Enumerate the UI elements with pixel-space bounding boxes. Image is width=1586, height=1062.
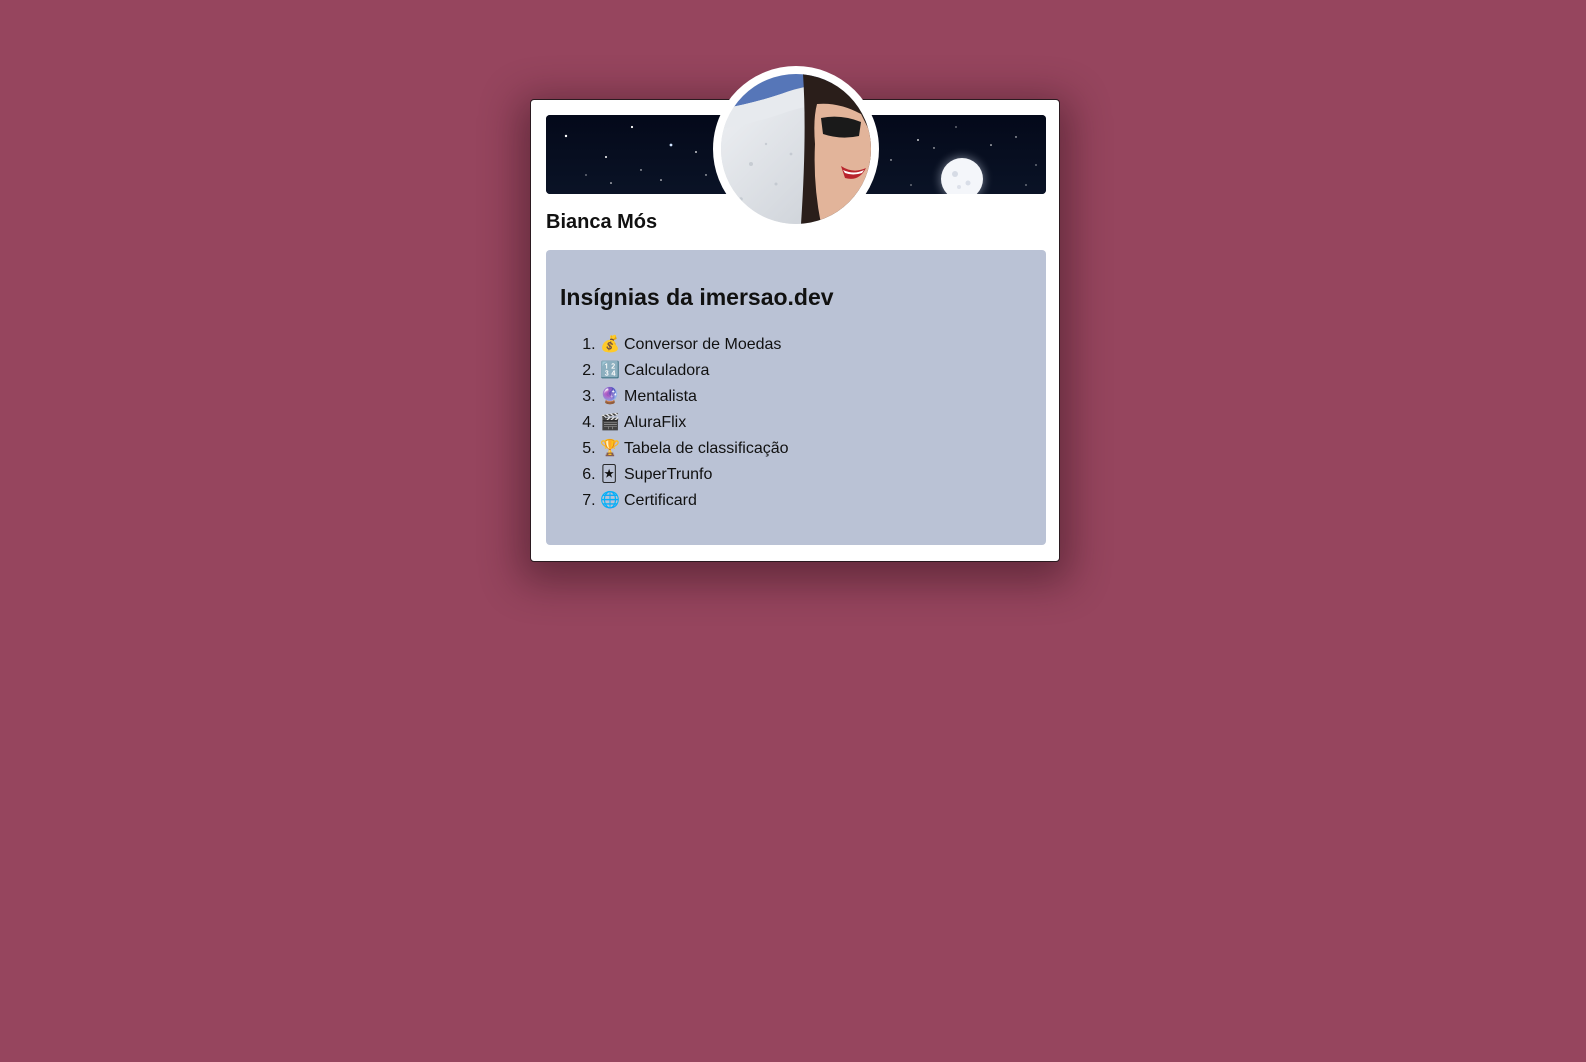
joker-card-icon: 🃏 xyxy=(600,464,618,483)
profile-name: Bianca Mós xyxy=(546,211,658,233)
money-bag-icon: 💰 xyxy=(600,334,620,353)
globe-icon: 🌐 xyxy=(600,490,620,509)
list-item: 🏆Tabela de classificação xyxy=(600,435,1032,461)
numbers-icon: 🔢 xyxy=(600,360,620,379)
badge-label: Tabela de classificação xyxy=(624,440,789,457)
list-item: 🌐Certificard xyxy=(600,487,1032,513)
crystal-ball-icon: 🔮 xyxy=(600,386,620,405)
badge-label: AluraFlix xyxy=(624,414,687,431)
list-item: 🎬AluraFlix xyxy=(600,409,1032,435)
badge-label: Calculadora xyxy=(624,362,710,379)
avatar xyxy=(713,66,879,232)
list-item: 💰Conversor de Moedas xyxy=(600,331,1032,357)
badge-label: Certificard xyxy=(624,492,697,509)
list-item: 🔢Calculadora xyxy=(600,357,1032,383)
badges-list: 💰Conversor de Moedas 🔢Calculadora 🔮Menta… xyxy=(560,331,1032,513)
badge-label: Conversor de Moedas xyxy=(624,336,782,353)
trophy-icon: 🏆 xyxy=(600,438,620,457)
badge-label: Mentalista xyxy=(624,388,697,405)
badge-label: SuperTrunfo xyxy=(624,466,713,483)
profile-card: Bianca Mós Insígnias da imersao.dev 💰Con… xyxy=(530,66,1060,562)
badges-title: Insígnias da imersao.dev xyxy=(560,284,834,310)
clapper-board-icon: 🎬 xyxy=(600,412,620,431)
badges-panel: Insígnias da imersao.dev 💰Conversor de M… xyxy=(546,250,1046,545)
list-item: 🃏 SuperTrunfo xyxy=(600,461,1032,487)
profile-photo xyxy=(721,74,871,224)
list-item: 🔮Mentalista xyxy=(600,383,1032,409)
